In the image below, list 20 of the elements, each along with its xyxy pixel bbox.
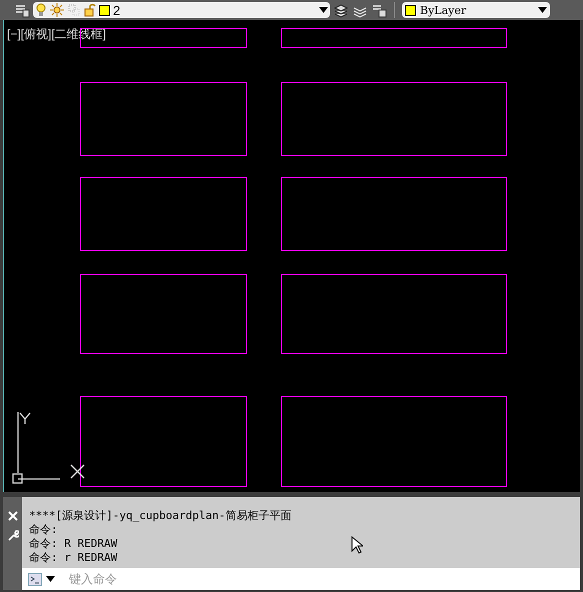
ucs-axis-icon	[12, 411, 85, 484]
layer-stack-icon[interactable]	[333, 2, 349, 18]
command-placeholder: 键入命令	[69, 571, 117, 588]
close-icon[interactable]	[8, 511, 18, 521]
color-value: ByLayer	[420, 4, 468, 16]
dropdown-caret-icon	[46, 576, 55, 582]
command-prompt-icon	[28, 572, 42, 586]
command-line: 命令: R REDRAW	[29, 537, 118, 551]
dropdown-caret-icon	[319, 7, 328, 13]
dropdown-caret-icon	[538, 7, 547, 13]
unlock-icon	[84, 3, 96, 17]
command-line: ****[源泉设计]-yq_cupboardplan-简易柜子平面	[29, 509, 292, 523]
command-line: 命令:	[29, 523, 58, 537]
layer-name: 2	[113, 4, 122, 16]
cursor-icon	[351, 536, 363, 554]
command-line: 命令: r REDRAW	[29, 551, 118, 565]
lightbulb-icon	[35, 3, 47, 17]
sun-icon	[50, 3, 64, 17]
layer-dropdown[interactable]: 2	[33, 2, 330, 18]
color-dropdown[interactable]: ByLayer	[402, 2, 550, 18]
